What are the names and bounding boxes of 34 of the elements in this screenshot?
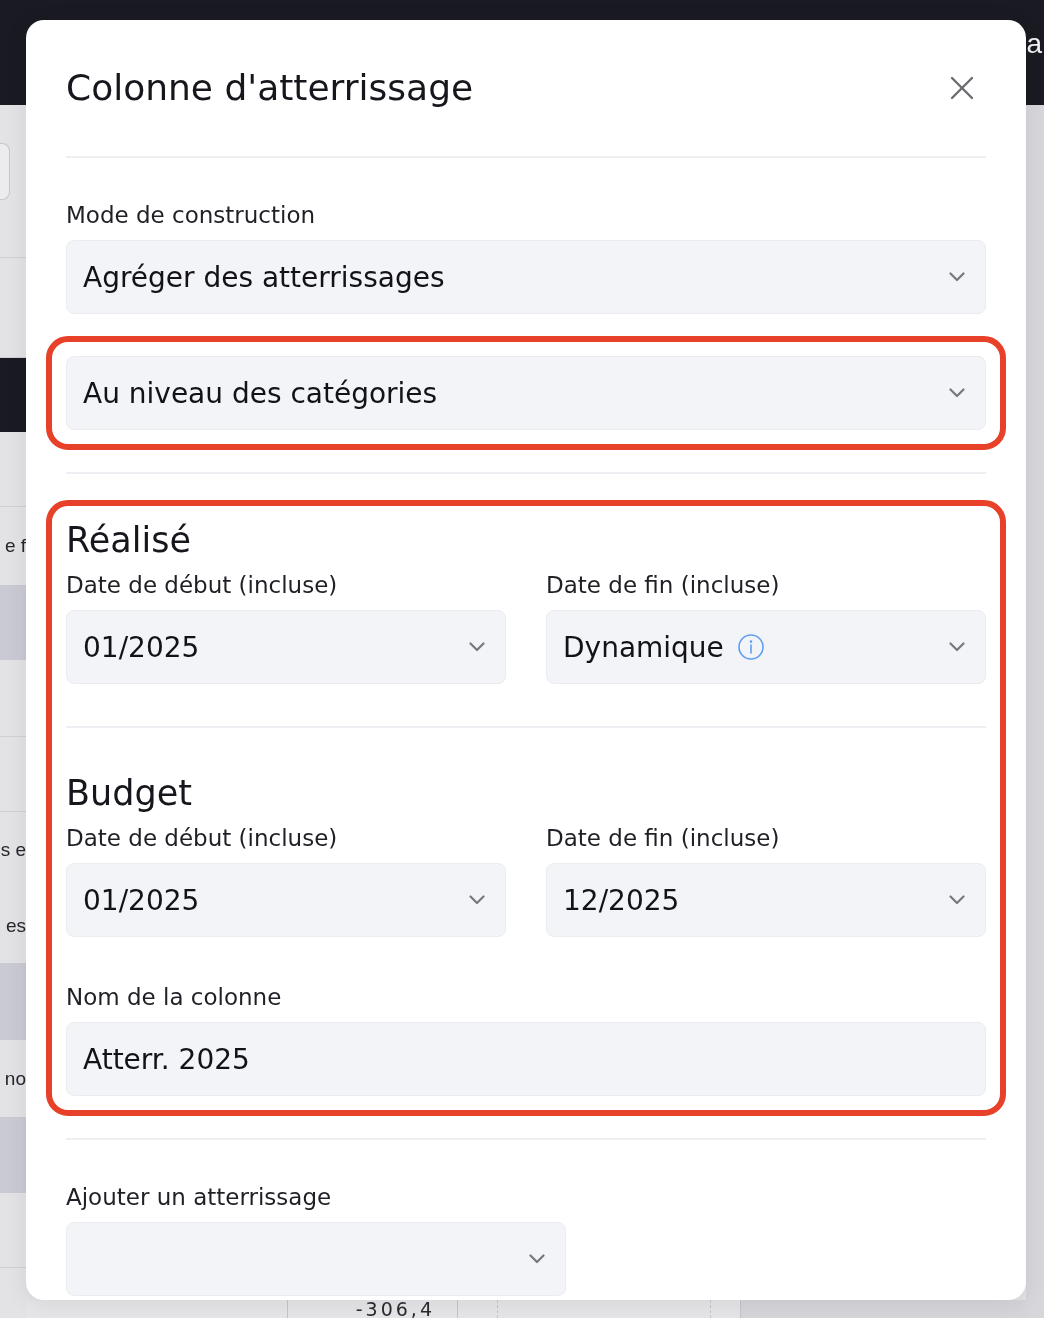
chevron-down-icon	[949, 272, 965, 282]
close-icon	[950, 76, 974, 100]
section-heading: Budget	[66, 773, 193, 813]
row-text: es	[5, 913, 26, 938]
chevron-down-icon	[949, 388, 965, 398]
field-label: Date de fin (incluse)	[546, 824, 781, 853]
end-date-dropdown[interactable]: Dynamique	[546, 610, 986, 684]
field-label: Nom de la colonne	[66, 983, 283, 1012]
chevron-down-icon	[529, 1254, 545, 1264]
start-date-dropdown[interactable]: 01/2025	[66, 863, 506, 937]
header-text: a	[1026, 28, 1042, 60]
row-text: e f	[4, 534, 26, 558]
section-heading: Réalisé	[66, 520, 192, 560]
close-button[interactable]	[950, 76, 974, 100]
chevron-down-icon	[469, 895, 485, 905]
field-label: Ajouter un atterrissage	[66, 1183, 333, 1212]
chevron-down-icon	[949, 895, 965, 905]
input-field[interactable]	[0, 143, 10, 200]
field-label: Date de début (incluse)	[66, 824, 339, 853]
end-date-dropdown[interactable]: 12/2025	[546, 863, 986, 937]
build-mode-dropdown[interactable]: Agréger des atterrissages	[66, 240, 986, 314]
table-cell: -306,4	[355, 1300, 435, 1318]
dialog-title: Colonne d'atterrissage	[66, 66, 474, 110]
row-text: no	[4, 1066, 26, 1091]
field-label: Date de fin (incluse)	[546, 571, 781, 600]
chevron-down-icon	[469, 642, 485, 652]
start-date-dropdown[interactable]: 01/2025	[66, 610, 506, 684]
field-label: Date de début (incluse)	[66, 571, 339, 600]
column-name-input[interactable]: Atterr. 2025	[66, 1022, 986, 1096]
field-label: Mode de construction	[66, 201, 317, 230]
row-text: s e	[0, 838, 26, 862]
aggregation-level-dropdown[interactable]: Au niveau des catégories	[66, 356, 986, 430]
chevron-down-icon	[949, 642, 965, 652]
info-icon[interactable]	[737, 634, 764, 660]
